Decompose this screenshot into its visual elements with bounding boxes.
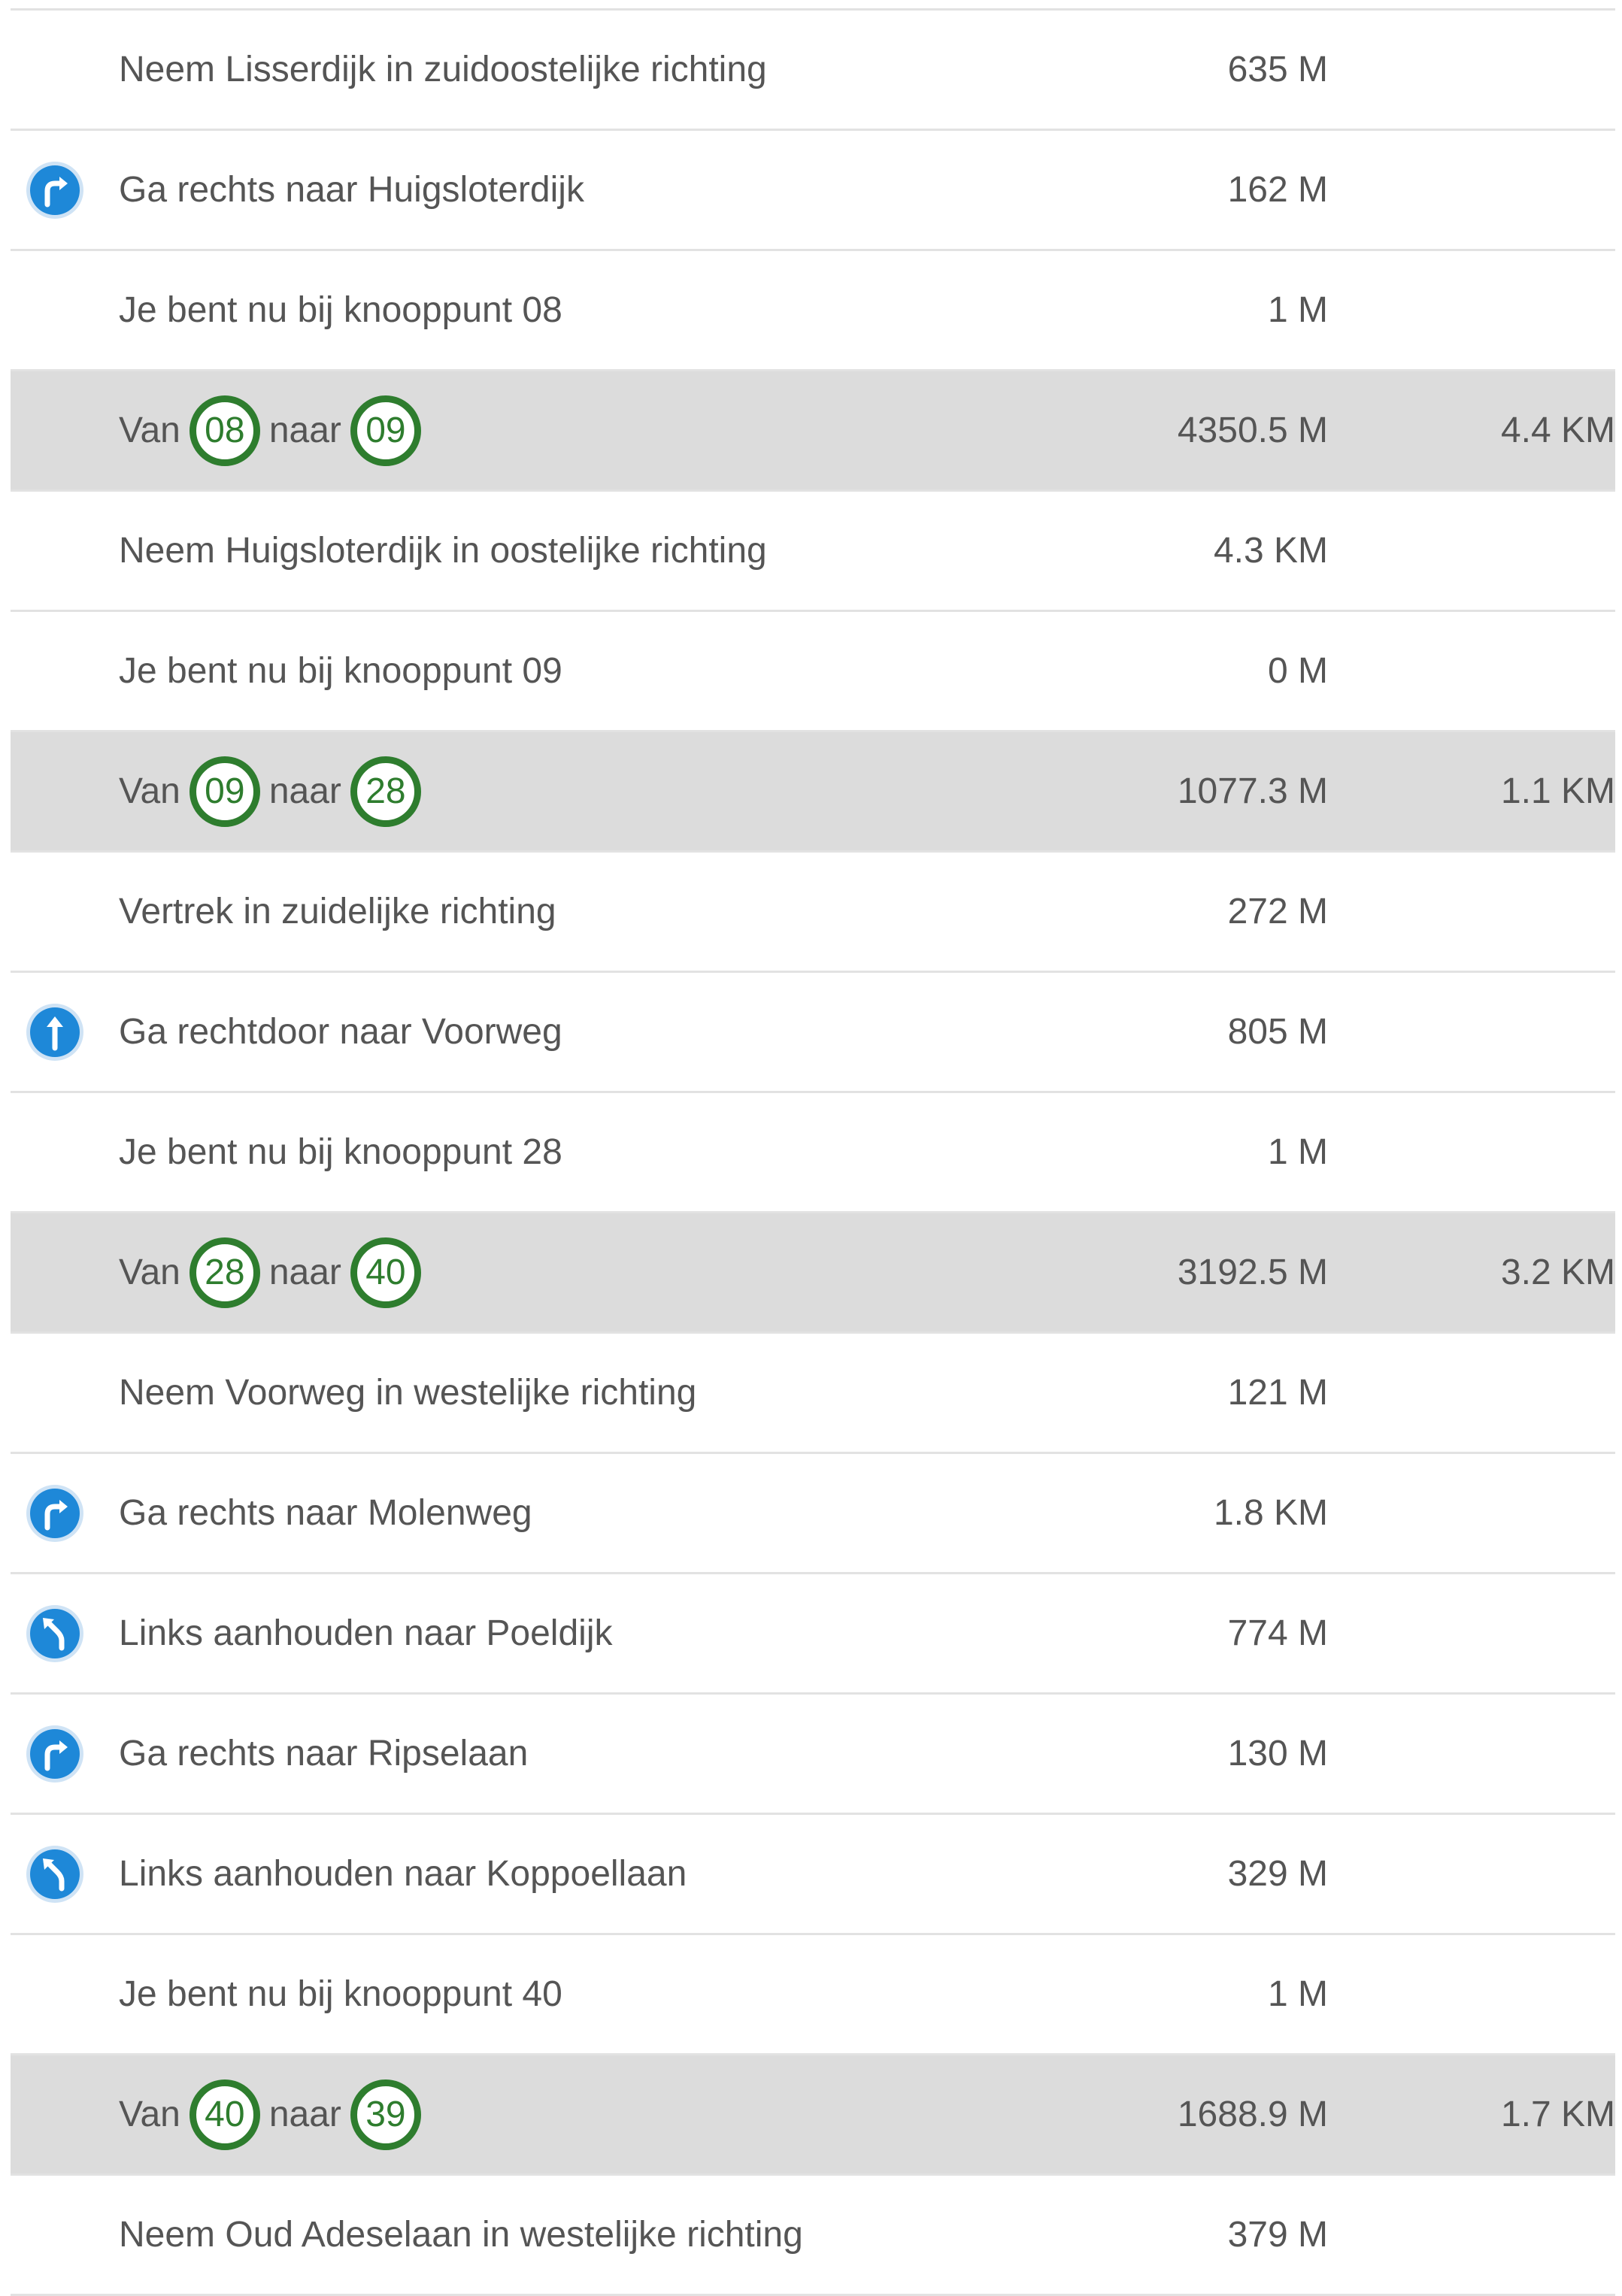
step-row: Neem Oud Adeselaan in westelijke richtin… — [11, 2176, 1615, 2296]
from-label: Van — [119, 771, 180, 811]
step-distance: 1 M — [1267, 1974, 1328, 2014]
step-distance: 774 M — [1227, 1613, 1328, 1653]
node-badge: 09 — [350, 395, 421, 466]
keep-left-icon — [26, 1605, 83, 1662]
segment-total: 4.4 KM — [1500, 410, 1615, 450]
segment-total: 1.7 KM — [1500, 2095, 1615, 2134]
step-instruction: Ga rechtdoor naar Voorweg — [119, 1012, 562, 1052]
step-instruction: Links aanhouden naar Koppoellaan — [119, 1854, 687, 1894]
step-distance: 4.3 KM — [1213, 531, 1328, 571]
step-distance: 272 M — [1227, 892, 1328, 931]
step-instruction: Je bent nu bij knooppunt 08 — [119, 290, 562, 330]
from-label: Van — [119, 1253, 180, 1292]
step-instruction: Links aanhouden naar Poeldijk — [119, 1613, 613, 1653]
step-row: Ga rechts naar Huigsloterdijk 162 M — [11, 131, 1615, 251]
step-row: Je bent nu bij knooppunt 28 1 M — [11, 1093, 1615, 1213]
segment-total: 1.1 KM — [1500, 771, 1615, 811]
step-distance: 379 M — [1227, 2215, 1328, 2255]
step-row: Je bent nu bij knooppunt 09 0 M — [11, 612, 1615, 732]
step-instruction: Je bent nu bij knooppunt 40 — [119, 1974, 562, 2014]
from-label: Van — [119, 410, 180, 450]
step-distance: 635 M — [1227, 50, 1328, 89]
step-row: Neem Voorweg in westelijke richting 121 … — [11, 1334, 1615, 1454]
straight-ahead-icon — [26, 1004, 83, 1061]
turn-right-icon — [26, 1485, 83, 1542]
segment-distance: 3192.5 M — [1177, 1253, 1328, 1292]
node-badge: 39 — [350, 2079, 421, 2150]
step-distance: 1 M — [1267, 1132, 1328, 1172]
step-distance: 0 M — [1267, 651, 1328, 691]
node-badge: 40 — [189, 2079, 260, 2150]
route-instructions-list: Neem Lisserdijk in zuidoostelijke richti… — [11, 8, 1615, 2296]
step-instruction: Vertrek in zuidelijke richting — [119, 892, 556, 931]
to-label: naar — [268, 410, 341, 450]
turn-right-icon — [26, 162, 83, 219]
segment-row: Van 40 naar 39 1688.9 M 1.7 KM — [11, 2055, 1615, 2176]
to-label: naar — [268, 771, 341, 811]
step-instruction: Ga rechts naar Molenweg — [119, 1493, 532, 1533]
step-instruction: Ga rechts naar Huigsloterdijk — [119, 170, 584, 210]
step-row: Ga rechts naar Molenweg 1.8 KM — [11, 1454, 1615, 1574]
segment-label: Van 09 naar 28 — [119, 732, 430, 850]
step-instruction: Neem Huigsloterdijk in oostelijke richti… — [119, 531, 767, 571]
segment-total: 3.2 KM — [1500, 1253, 1615, 1292]
step-row: Ga rechts naar Ripselaan 130 M — [11, 1695, 1615, 1815]
node-badge: 28 — [350, 756, 421, 827]
from-label: Van — [119, 2095, 180, 2134]
segment-label: Van 08 naar 09 — [119, 371, 430, 489]
step-distance: 121 M — [1227, 1373, 1328, 1413]
step-row: Neem Lisserdijk in zuidoostelijke richti… — [11, 11, 1615, 131]
step-distance: 805 M — [1227, 1012, 1328, 1052]
step-row: Vertrek in zuidelijke richting 272 M — [11, 853, 1615, 973]
step-row: Ga rechtdoor naar Voorweg 805 M — [11, 973, 1615, 1093]
step-distance: 329 M — [1227, 1854, 1328, 1894]
step-row: Je bent nu bij knooppunt 08 1 M — [11, 251, 1615, 371]
segment-distance: 1077.3 M — [1177, 771, 1328, 811]
step-instruction: Neem Oud Adeselaan in westelijke richtin… — [119, 2215, 803, 2255]
to-label: naar — [268, 1253, 341, 1292]
node-badge: 28 — [189, 1237, 260, 1308]
segment-row: Van 08 naar 09 4350.5 M 4.4 KM — [11, 371, 1615, 492]
step-row: Neem Huigsloterdijk in oostelijke richti… — [11, 492, 1615, 612]
segment-distance: 4350.5 M — [1177, 410, 1328, 450]
node-badge: 09 — [189, 756, 260, 827]
step-distance: 130 M — [1227, 1734, 1328, 1773]
segment-label: Van 28 naar 40 — [119, 1213, 430, 1331]
to-label: naar — [268, 2095, 341, 2134]
segment-distance: 1688.9 M — [1177, 2095, 1328, 2134]
step-row: Links aanhouden naar Poeldijk 774 M — [11, 1574, 1615, 1695]
segment-row: Van 28 naar 40 3192.5 M 3.2 KM — [11, 1213, 1615, 1334]
step-distance: 1.8 KM — [1213, 1493, 1328, 1533]
step-row: Links aanhouden naar Koppoellaan 329 M — [11, 1815, 1615, 1935]
node-badge: 08 — [189, 395, 260, 466]
segment-row: Van 09 naar 28 1077.3 M 1.1 KM — [11, 732, 1615, 853]
step-instruction: Neem Voorweg in westelijke richting — [119, 1373, 697, 1413]
step-instruction: Ga rechts naar Ripselaan — [119, 1734, 529, 1773]
turn-right-icon — [26, 1725, 83, 1783]
step-row: Je bent nu bij knooppunt 40 1 M — [11, 1935, 1615, 2055]
step-instruction: Neem Lisserdijk in zuidoostelijke richti… — [119, 50, 767, 89]
step-instruction: Je bent nu bij knooppunt 28 — [119, 1132, 562, 1172]
segment-label: Van 40 naar 39 — [119, 2055, 430, 2173]
step-distance: 1 M — [1267, 290, 1328, 330]
node-badge: 40 — [350, 1237, 421, 1308]
keep-left-icon — [26, 1846, 83, 1903]
step-instruction: Je bent nu bij knooppunt 09 — [119, 651, 562, 691]
step-distance: 162 M — [1227, 170, 1328, 210]
